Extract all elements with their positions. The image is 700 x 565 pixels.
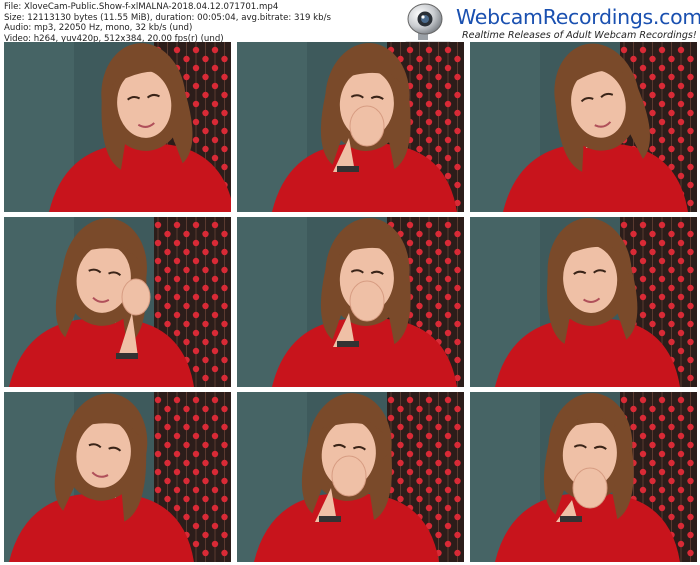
video-frame <box>4 217 231 387</box>
video-thumbnail <box>237 217 464 387</box>
video-thumbnail <box>4 217 231 387</box>
thumbnail-grid <box>4 42 697 562</box>
audio-info: Audio: mp3, 22050 Hz, mono, 32 kb/s (und… <box>4 23 193 34</box>
file-info: File: XloveCam-Public.Show-f-xlMALNA-201… <box>4 2 331 44</box>
file-size: Size: 12113130 bytes (11.55 MiB), durati… <box>4 12 331 23</box>
video-frame <box>470 392 697 562</box>
video-frame <box>237 217 464 387</box>
video-thumbnail <box>470 217 697 387</box>
webcam-icon <box>400 3 457 46</box>
brand-tagline: Realtime Releases of Adult Webcam Record… <box>462 30 697 41</box>
video-frame <box>470 42 697 212</box>
video-thumbnail <box>4 392 231 562</box>
video-frame <box>237 392 464 562</box>
video-frame <box>4 42 231 212</box>
brand-name[interactable]: WebcamRecordings.com <box>456 5 700 29</box>
video-frame <box>237 42 464 212</box>
video-thumbnail <box>470 392 697 562</box>
site-logo: WebcamRecordings.com Realtime Releases o… <box>398 2 700 46</box>
file-name: File: XloveCam-Public.Show-f-xlMALNA-201… <box>4 2 279 12</box>
video-frame <box>4 392 231 562</box>
video-frame <box>470 217 697 387</box>
video-thumbnail <box>4 42 231 212</box>
video-thumbnail <box>470 42 697 212</box>
video-thumbnail <box>237 392 464 562</box>
video-thumbnail <box>237 42 464 212</box>
